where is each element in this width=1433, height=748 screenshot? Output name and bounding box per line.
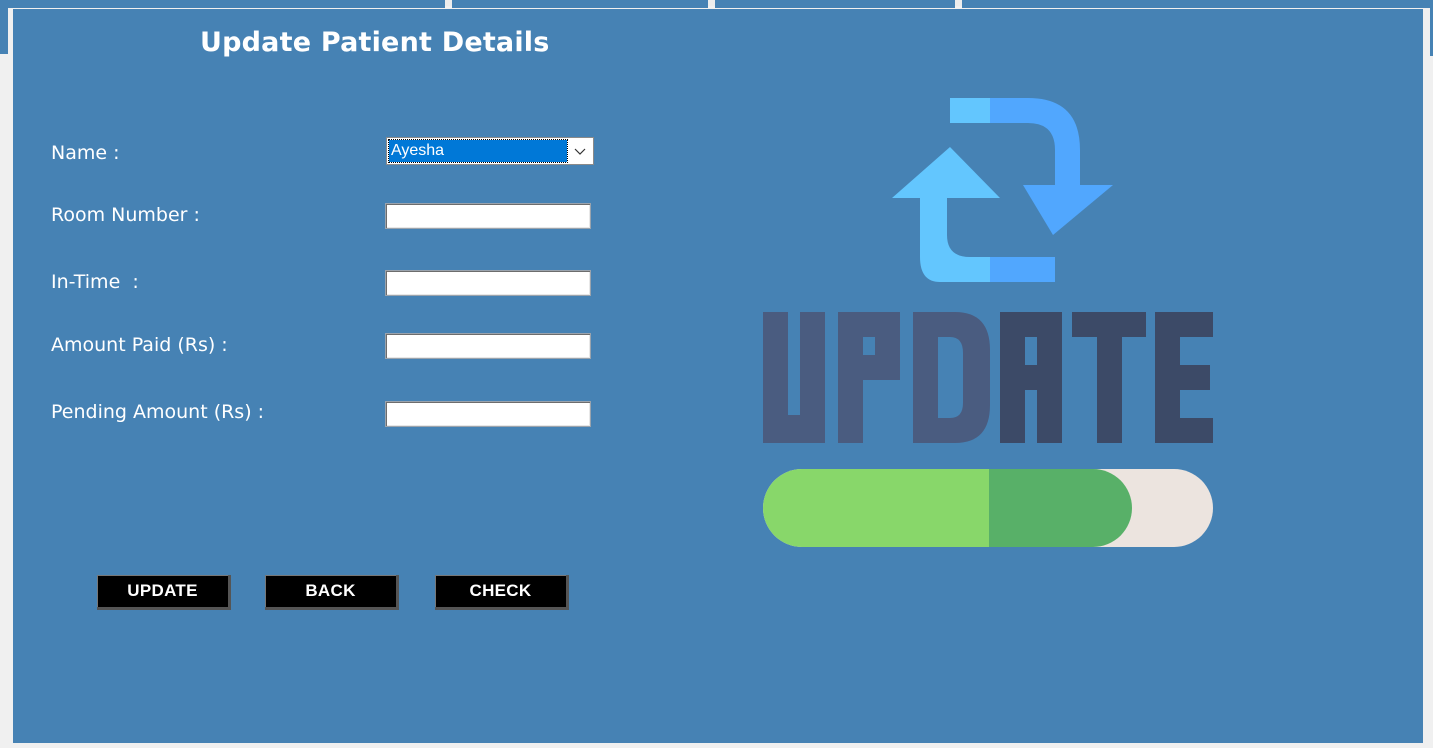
top-border-segment [715, 0, 955, 8]
update-wordmark [763, 312, 1213, 443]
room-number-input[interactable] [385, 203, 591, 229]
top-border-segment [0, 0, 445, 8]
name-select[interactable]: Ayesha [386, 137, 594, 165]
name-select-value: Ayesha [388, 139, 568, 163]
top-border-segment [452, 0, 708, 8]
chevron-down-icon[interactable] [569, 140, 591, 162]
back-button[interactable]: BACK [265, 575, 399, 610]
amount-paid-label: Amount Paid (Rs) : [51, 334, 228, 356]
name-label: Name : [51, 142, 120, 164]
pending-amount-label: Pending Amount (Rs) : [51, 401, 265, 423]
in-time-input[interactable] [385, 270, 591, 296]
page-title: Update Patient Details [200, 27, 550, 58]
pending-amount-input[interactable] [385, 401, 591, 427]
update-illustration [763, 98, 1213, 547]
in-time-label: In-Time : [51, 271, 139, 293]
progress-bar [763, 469, 1213, 547]
refresh-arrows-icon [892, 98, 1113, 282]
window-edge [0, 0, 8, 54]
update-button[interactable]: UPDATE [97, 575, 231, 610]
top-border-segment [962, 0, 1433, 8]
check-button[interactable]: CHECK [435, 575, 569, 610]
room-number-label: Room Number : [51, 204, 200, 226]
amount-paid-input[interactable] [385, 333, 591, 359]
